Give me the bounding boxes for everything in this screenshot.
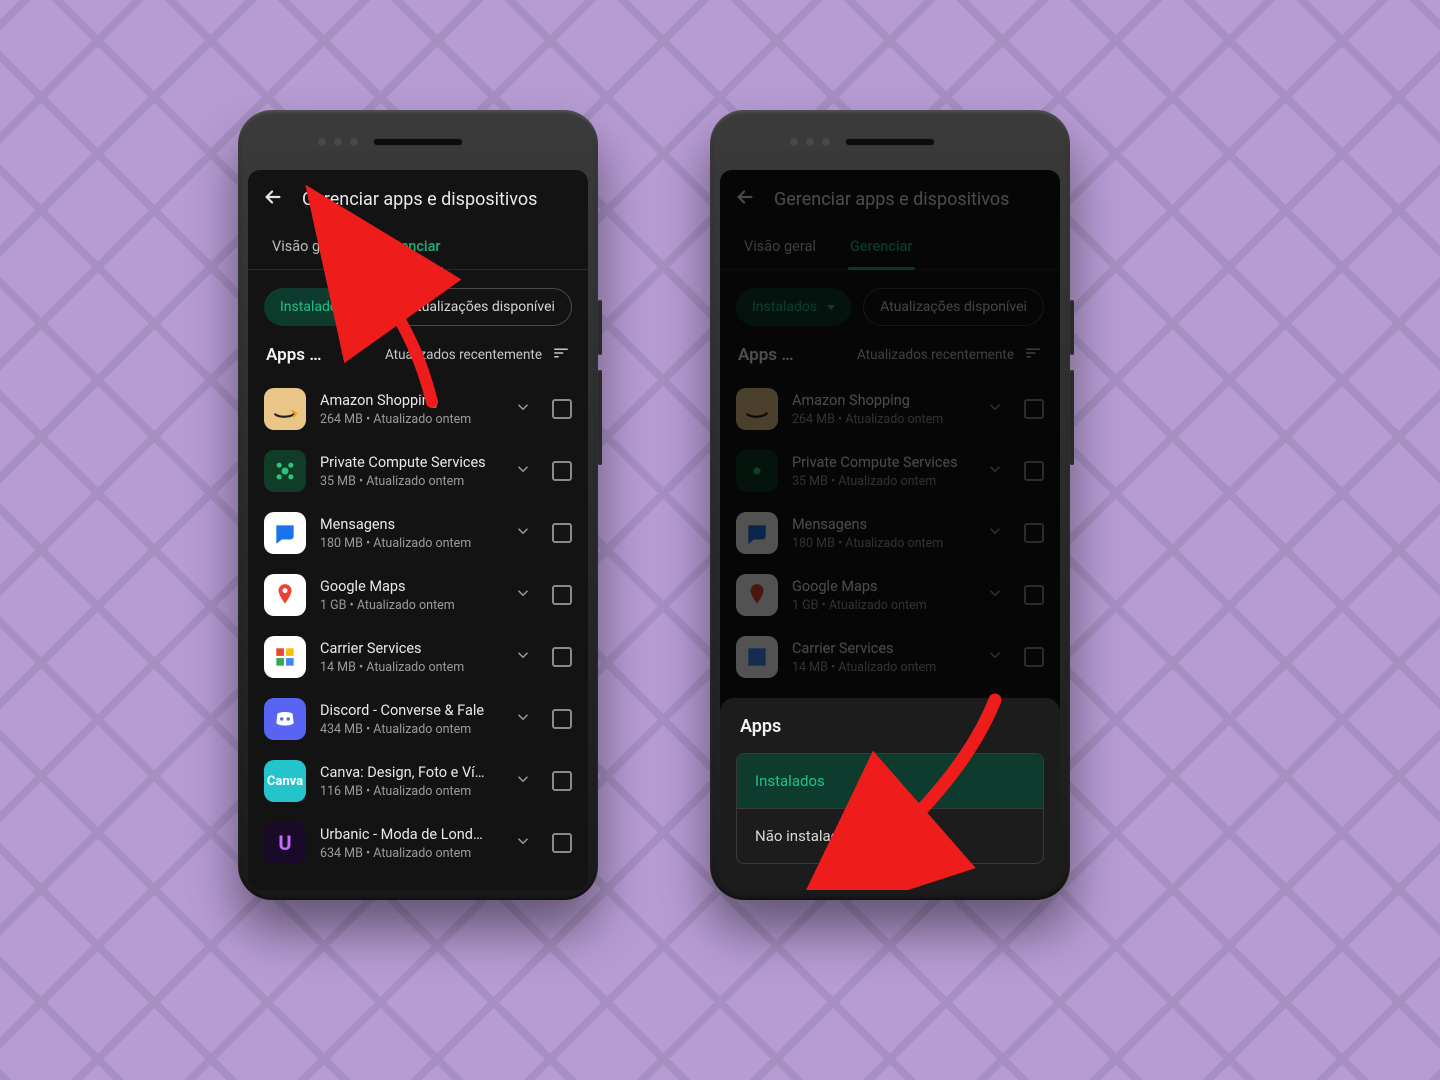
app-row[interactable]: U Urbanic - Moda de Lond… 634 MB • Atual… (248, 812, 588, 874)
chevron-down-icon (355, 305, 363, 310)
phone-right: Gerenciar apps e dispositivos Visão gera… (710, 110, 1070, 900)
select-checkbox[interactable] (552, 833, 572, 853)
app-icon-maps (264, 574, 306, 616)
filter-chips: Instalados Atualizações disponívei (248, 270, 588, 336)
app-subtitle: 634 MB • Atualizado ontem (320, 846, 500, 861)
app-name: Mensagens (320, 516, 500, 533)
tabs: Visão geral Gerenciar (248, 222, 588, 270)
list-title: Apps … (266, 345, 322, 365)
phone-left: Gerenciar apps e dispositivos Visão gera… (238, 110, 598, 900)
phone-side-button (1070, 370, 1074, 465)
chip-updates-label: Atualizações disponívei (408, 299, 555, 315)
chevron-down-icon[interactable] (514, 708, 532, 730)
app-name: Urbanic - Moda de Lond… (320, 826, 500, 843)
sheet-options: Instalados Não instalados (736, 753, 1044, 864)
phone-side-button (598, 370, 602, 465)
chip-updates-available[interactable]: Atualizações disponívei (391, 288, 572, 326)
select-checkbox[interactable] (552, 585, 572, 605)
select-checkbox[interactable] (552, 771, 572, 791)
app-name: Private Compute Services (320, 454, 500, 471)
chevron-down-icon[interactable] (514, 584, 532, 606)
app-row[interactable]: Google Maps 1 GB • Atualizado ontem (248, 564, 588, 626)
sheet-title: Apps (736, 716, 1044, 737)
app-name: Amazon Shopping (320, 392, 500, 409)
app-name: Carrier Services (320, 640, 500, 657)
app-row[interactable]: Canva Canva: Design, Foto e Ví… 116 MB •… (248, 750, 588, 812)
sheet-option-installed[interactable]: Instalados (737, 754, 1043, 808)
app-row[interactable]: Mensagens 180 MB • Atualizado ontem (248, 502, 588, 564)
app-subtitle: 434 MB • Atualizado ontem (320, 722, 500, 737)
sort-icon[interactable] (552, 344, 570, 366)
app-row[interactable]: Private Compute Services 35 MB • Atualiz… (248, 440, 588, 502)
chevron-down-icon[interactable] (514, 398, 532, 420)
app-subtitle: 180 MB • Atualizado ontem (320, 536, 500, 551)
app-subtitle: 35 MB • Atualizado ontem (320, 474, 500, 489)
app-row[interactable]: Carrier Services 14 MB • Atualizado onte… (248, 626, 588, 688)
tab-manage[interactable]: Gerenciar (376, 228, 443, 269)
chip-installed[interactable]: Instalados (264, 288, 379, 326)
app-row[interactable]: Discord - Converse & Fale 434 MB • Atual… (248, 688, 588, 750)
sort-label[interactable]: Atualizados recentemente (385, 347, 542, 363)
select-checkbox[interactable] (552, 647, 572, 667)
page-title: Gerenciar apps e dispositivos (302, 189, 537, 210)
app-icon-carrier (264, 636, 306, 678)
phone-top-bezel (720, 120, 1060, 170)
chip-installed-label: Instalados (280, 299, 345, 315)
select-checkbox[interactable] (552, 461, 572, 481)
screen-left: Gerenciar apps e dispositivos Visão gera… (248, 170, 588, 890)
chevron-down-icon[interactable] (514, 832, 532, 854)
tab-overview[interactable]: Visão geral (270, 228, 346, 269)
sheet-option-not-installed[interactable]: Não instalados (737, 809, 1043, 863)
app-icon-pcs (264, 450, 306, 492)
app-name: Discord - Converse & Fale (320, 702, 500, 719)
list-header: Apps … Atualizados recentemente (248, 336, 588, 378)
chevron-down-icon[interactable] (514, 770, 532, 792)
select-checkbox[interactable] (552, 523, 572, 543)
app-subtitle: 264 MB • Atualizado ontem (320, 412, 500, 427)
bottom-sheet-apps: Apps Instalados Não instalados (720, 698, 1060, 890)
app-icon-messages (264, 512, 306, 554)
select-checkbox[interactable] (552, 399, 572, 419)
phone-top-bezel (248, 120, 588, 170)
phone-side-button (598, 300, 602, 355)
app-subtitle: 116 MB • Atualizado ontem (320, 784, 500, 799)
app-icon-amazon (264, 388, 306, 430)
chevron-down-icon[interactable] (514, 460, 532, 482)
screen-right: Gerenciar apps e dispositivos Visão gera… (720, 170, 1060, 890)
select-checkbox[interactable] (552, 709, 572, 729)
app-name: Canva: Design, Foto e Ví… (320, 764, 500, 781)
app-row[interactable]: Amazon Shopping 264 MB • Atualizado onte… (248, 378, 588, 440)
app-name: Google Maps (320, 578, 500, 595)
app-icon-urbanic: U (264, 822, 306, 864)
app-icon-canva: Canva (264, 760, 306, 802)
chevron-down-icon[interactable] (514, 522, 532, 544)
phone-side-button (1070, 300, 1074, 355)
back-arrow-icon[interactable] (262, 186, 284, 212)
chevron-down-icon[interactable] (514, 646, 532, 668)
app-icon-discord (264, 698, 306, 740)
app-subtitle: 1 GB • Atualizado ontem (320, 598, 500, 613)
app-subtitle: 14 MB • Atualizado ontem (320, 660, 500, 675)
appbar: Gerenciar apps e dispositivos (248, 170, 588, 222)
